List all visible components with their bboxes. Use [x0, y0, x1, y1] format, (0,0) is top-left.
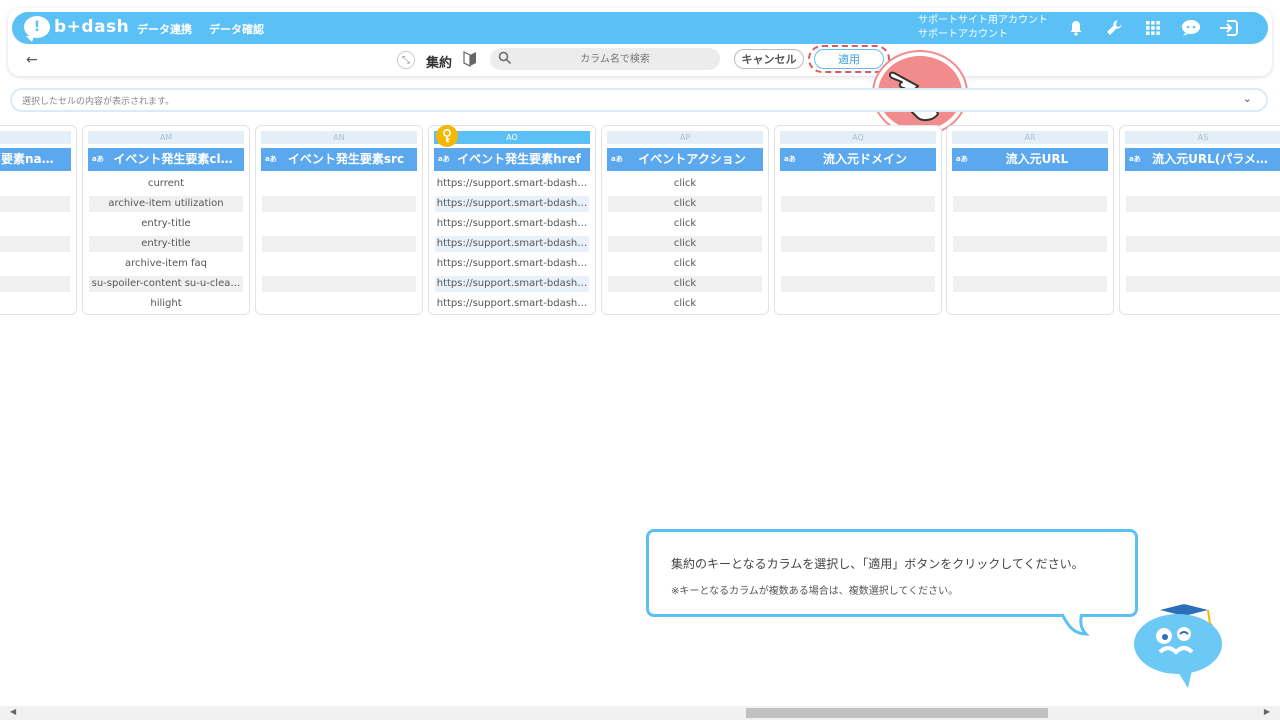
cell-content-placeholder: 選択したセルの内容が表示されます。	[22, 97, 175, 107]
table-cell[interactable]: entry-title	[89, 236, 243, 252]
table-cell[interactable]: click	[608, 236, 762, 252]
table-cell[interactable]: click	[608, 196, 762, 212]
mascot-icon	[1134, 604, 1222, 688]
table-cell[interactable]: current	[89, 176, 243, 192]
table-cell[interactable]: https://support.smart-bdash…	[435, 236, 589, 252]
column-header[interactable]: aあ 流入元ドメイン	[780, 148, 936, 171]
table-cell[interactable]: click	[608, 276, 762, 292]
key-icon	[436, 125, 458, 147]
support-chat-icon[interactable]	[1179, 16, 1203, 40]
column-ap[interactable]: AP aあ イベントアクション click click click click c…	[601, 125, 769, 315]
table-cell[interactable]	[262, 236, 416, 252]
column-letter: AS	[1125, 131, 1280, 144]
column-an[interactable]: AN aあ イベント発生要素src	[255, 125, 423, 315]
table-cell[interactable]: archive-item utilization	[89, 196, 243, 212]
column-header[interactable]: aあ イベントアクション	[607, 148, 763, 171]
column-search[interactable]	[490, 48, 720, 70]
table-cell[interactable]	[781, 196, 935, 212]
back-arrow-icon[interactable]: ←	[26, 52, 38, 68]
column-header[interactable]: aあ イベント発生要素href	[434, 148, 590, 171]
cancel-button[interactable]: キャンセル	[734, 49, 804, 69]
table-cell[interactable]	[1126, 196, 1280, 212]
scroll-left-icon[interactable]: ◀	[10, 707, 16, 716]
table-cell[interactable]	[781, 236, 935, 252]
table-cell[interactable]: archive-item faq	[89, 256, 243, 272]
account-info[interactable]: サポートサイト用アカウント サポートアカウント	[918, 14, 1048, 42]
column-letter: AR	[952, 131, 1108, 144]
table-cell[interactable]: https://support.smart-bdash…	[435, 256, 589, 272]
column-header[interactable]: aあ イベント発生要素src	[261, 148, 417, 171]
cell-content-bar[interactable]: 選択したセルの内容が表示されます。 ⌄	[10, 88, 1268, 112]
tooltip-line2: ※キーとなるカラムが複数ある場合は、複数選択してください。	[671, 586, 959, 597]
aggregate-label: 集約	[426, 56, 453, 71]
column-as[interactable]: AS aあ 流入元URL(パラメ…	[1119, 125, 1280, 315]
column-letter	[0, 131, 71, 144]
table-cell[interactable]	[262, 276, 416, 292]
account-line1: サポートサイト用アカウント	[918, 15, 1048, 26]
table-cell[interactable]	[781, 276, 935, 292]
table-cell[interactable]: entry-title	[89, 216, 243, 232]
column-am[interactable]: AM aあ イベント発生要素cl… current archive-item ut…	[82, 125, 250, 315]
column-header[interactable]: aあ イベント発生要素cl…	[88, 148, 244, 171]
table-cell[interactable]	[953, 196, 1107, 212]
table-cell[interactable]: https://support.smart-bdash…	[435, 176, 589, 192]
logo-text: b+dash	[54, 17, 130, 37]
column-letter: AP	[607, 131, 763, 144]
logout-icon[interactable]	[1217, 16, 1241, 40]
table-cell[interactable]	[1126, 236, 1280, 252]
wrench-icon[interactable]	[1102, 16, 1126, 40]
table-cell[interactable]: click	[608, 256, 762, 272]
table-cell[interactable]: hilight	[89, 296, 243, 312]
table-cell[interactable]: https://support.smart-bdash…	[435, 296, 589, 312]
tooltip-tail	[1060, 613, 1090, 636]
table-cell[interactable]: click	[608, 216, 762, 232]
table-cell[interactable]	[953, 236, 1107, 252]
chevron-down-icon[interactable]: ⌄	[1243, 92, 1252, 105]
table-cell[interactable]: https://support.smart-bdash…	[435, 196, 589, 212]
help-tooltip: 集約のキーとなるカラムを選択し、「適用」ボタンをクリックしてください。 ※キーと…	[646, 529, 1138, 617]
horizontal-scrollbar[interactable]: ◀ ▶	[0, 706, 1280, 720]
table-cell[interactable]: https://support.smart-bdash…	[435, 216, 589, 232]
table-cell[interactable]	[262, 196, 416, 212]
bell-icon[interactable]	[1064, 16, 1088, 40]
nav-data-integration[interactable]: データ連携	[137, 21, 192, 37]
table-cell[interactable]	[1126, 276, 1280, 292]
column-al[interactable]: 要素na…	[0, 125, 77, 315]
apply-button[interactable]: 適用	[814, 49, 884, 69]
search-input[interactable]	[520, 50, 710, 68]
scrollbar-thumb[interactable]	[746, 708, 1048, 718]
table-cell[interactable]: click	[608, 296, 762, 312]
table-cell[interactable]: click	[608, 176, 762, 192]
column-header[interactable]: 要素na…	[0, 148, 71, 171]
column-ar[interactable]: AR aあ 流入元URL	[946, 125, 1114, 315]
table-cell[interactable]	[953, 276, 1107, 292]
logo[interactable]: ! b+dash	[24, 16, 130, 42]
beginner-mark-icon	[463, 51, 477, 71]
nav-data-check[interactable]: データ確認	[209, 21, 264, 37]
apps-grid-icon[interactable]	[1141, 16, 1165, 40]
collapse-icon[interactable]: ⤡	[397, 51, 415, 69]
account-line2: サポートアカウント	[918, 29, 1008, 40]
column-header[interactable]: aあ 流入元URL	[952, 148, 1108, 171]
column-letter: AN	[261, 131, 417, 144]
column-aq[interactable]: AQ aあ 流入元ドメイン	[774, 125, 942, 315]
table-cell[interactable]: su-spoiler-content su-u-clea…	[89, 276, 243, 292]
column-letter: AM	[88, 131, 244, 144]
table-cell[interactable]: https://support.smart-bdash…	[435, 276, 589, 292]
column-header[interactable]: aあ 流入元URL(パラメ…	[1125, 148, 1280, 171]
search-icon	[498, 51, 512, 65]
scroll-right-icon[interactable]: ▶	[1264, 707, 1270, 716]
column-ao[interactable]: AO aあ イベント発生要素href https://support.smart-…	[428, 125, 596, 315]
top-nav-bar: ! b+dash データ連携 データ確認 サポートサイト用アカウント サポートア…	[12, 12, 1268, 44]
tooltip-line1: 集約のキーとなるカラムを選択し、「適用」ボタンをクリックしてください。	[671, 557, 1084, 571]
column-letter: AQ	[780, 131, 936, 144]
logo-bubble-icon: !	[24, 16, 50, 42]
